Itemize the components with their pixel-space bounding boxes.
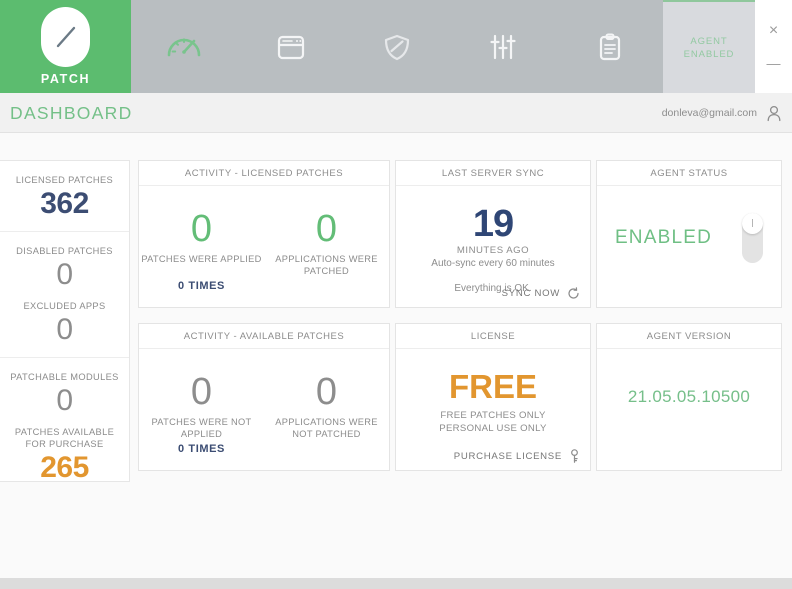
bottom-status-bar [0, 578, 792, 589]
sync-now-button[interactable]: SYNC NOW [502, 287, 580, 300]
card-title: AGENT STATUS [597, 161, 781, 186]
card-body: FREE FREE PATCHES ONLY PERSONAL USE ONLY… [396, 349, 590, 470]
metric-label: APPLICATIONS WERE NOT PATCHED [275, 417, 378, 439]
metric-value: 0 [190, 208, 213, 250]
nav-item-reports[interactable] [557, 0, 663, 93]
metric-value: 0 [190, 371, 213, 413]
page-header-bar: DASHBOARD donleva@gmail.com [0, 93, 792, 133]
metric-patches-not-applied: 0 PATCHES WERE NOT APPLIED [139, 371, 264, 470]
agent-status-value: ENABLED [614, 226, 713, 248]
card-title: ACTIVITY - LICENSED PATCHES [139, 161, 389, 186]
purchase-license-button[interactable]: PURCHASE LICENSE [454, 449, 580, 463]
nav-icon-group [131, 0, 663, 93]
card-last-server-sync: LAST SERVER SYNC 19 MINUTES AGO Auto-syn… [395, 160, 591, 308]
stat-label: DISABLED PATCHES [16, 246, 113, 256]
gauge-icon [164, 27, 204, 67]
license-detail-line-1: FREE PATCHES ONLY [440, 410, 546, 421]
user-email: donleva@gmail.com [661, 107, 757, 119]
license-detail: FREE PATCHES ONLY PERSONAL USE ONLY [396, 409, 590, 435]
metric-applications-not-patched: 0 APPLICATIONS WERE NOT PATCHED [264, 371, 389, 470]
window-controls: × — [755, 0, 792, 93]
agent-toggle-switch[interactable] [742, 212, 764, 263]
stat-label: EXCLUDED APPS [23, 301, 106, 311]
metric-label: APPLICATIONS WERE PATCHED [275, 254, 378, 276]
metric-patches-applied: 0 PATCHES WERE APPLIED [139, 208, 264, 307]
patch-logo-icon [41, 7, 90, 67]
app-window: PATCH AGENT ENABLED × — DASHBOARD donlev… [0, 0, 792, 589]
stat-value-excluded-apps: 0 [56, 313, 73, 346]
card-body: 21.05.05.10500 [597, 349, 781, 470]
key-icon [569, 449, 580, 463]
minimize-icon[interactable]: — [755, 48, 792, 78]
stat-value-licensed-patches: 362 [40, 187, 89, 220]
top-navigation-bar: PATCH AGENT ENABLED × — [0, 0, 792, 93]
agent-badge-line-2: ENABLED [683, 48, 735, 60]
agent-version-value: 21.05.05.10500 [627, 387, 751, 406]
window-icon [272, 28, 310, 66]
card-body: 0 PATCHES WERE NOT APPLIED 0 APPLICATION… [139, 349, 389, 470]
metric-label: PATCHES WERE APPLIED [141, 254, 262, 264]
card-title: AGENT VERSION [597, 324, 781, 349]
clipboard-icon [591, 28, 629, 66]
stat-label: LICENSED PATCHES [15, 175, 114, 185]
page-title: DASHBOARD [10, 102, 133, 123]
stat-value-disabled-patches: 0 [56, 258, 73, 291]
sync-interval-text: Auto-sync every 60 minutes [431, 258, 555, 269]
card-title: LAST SERVER SYNC [396, 161, 590, 186]
metric-value: 0 [315, 371, 338, 413]
toggle-knob [742, 212, 764, 234]
shield-icon [378, 28, 416, 66]
metric-times-count: 0 TIMES [178, 443, 225, 455]
license-detail-line-2: PERSONAL USE ONLY [439, 423, 547, 434]
app-logo[interactable]: PATCH [0, 0, 131, 93]
close-icon[interactable]: × [755, 16, 792, 46]
refresh-icon [567, 287, 580, 300]
card-activity-available-patches: ACTIVITY - AVAILABLE PATCHES 0 PATCHES W… [138, 323, 390, 471]
dashboard-content: LICENSED PATCHES 362 DISABLED PATCHES 0 … [0, 134, 792, 578]
card-body: 0 PATCHES WERE APPLIED 0 APPLICATIONS WE… [139, 186, 389, 307]
card-body: ENABLED [597, 186, 781, 307]
card-activity-licensed-patches: ACTIVITY - LICENSED PATCHES 0 PATCHES WE… [138, 160, 390, 308]
stat-label: PATCHES AVAILABLE FOR PURCHASE [14, 427, 115, 449]
card-agent-status: AGENT STATUS ENABLED [596, 160, 782, 308]
stat-value-patches-available: 265 [40, 451, 89, 484]
stats-sidebar: LICENSED PATCHES 362 DISABLED PATCHES 0 … [0, 160, 130, 484]
user-account-area[interactable]: donleva@gmail.com [662, 93, 782, 133]
stat-group-disabled-excluded: DISABLED PATCHES 0 EXCLUDED APPS 0 [0, 231, 129, 357]
purchase-license-label: PURCHASE LICENSE [453, 450, 562, 462]
license-tier-value: FREE [448, 368, 537, 405]
sliders-icon [484, 28, 522, 66]
logo-label: PATCH [40, 72, 91, 86]
nav-item-applications[interactable] [237, 0, 343, 93]
sync-now-label: SYNC NOW [501, 288, 560, 299]
stat-label: PATCHABLE MODULES [10, 372, 119, 382]
user-avatar-icon[interactable] [766, 105, 782, 122]
card-agent-version: AGENT VERSION 21.05.05.10500 [596, 323, 782, 471]
stat-value-patchable-modules: 0 [56, 384, 73, 417]
sync-minutes-unit: MINUTES AGO [456, 245, 530, 256]
nav-item-settings[interactable] [450, 0, 556, 93]
stat-group-licensed: LICENSED PATCHES 362 [0, 161, 129, 231]
sync-minutes-value: 19 [472, 203, 514, 245]
agent-enabled-badge[interactable]: AGENT ENABLED [663, 0, 755, 93]
card-title: LICENSE [396, 324, 590, 349]
metric-applications-patched: 0 APPLICATIONS WERE PATCHED [264, 208, 389, 307]
stat-group-modules-purchase: PATCHABLE MODULES 0 PATCHES AVAILABLE FO… [0, 357, 129, 495]
metric-label: PATCHES WERE NOT APPLIED [151, 417, 252, 439]
metric-times-count: 0 TIMES [178, 280, 225, 292]
nav-item-dashboard[interactable] [131, 0, 237, 93]
metric-value: 0 [315, 208, 338, 250]
card-license: LICENSE FREE FREE PATCHES ONLY PERSONAL … [395, 323, 591, 471]
agent-badge-line-1: AGENT [690, 35, 728, 47]
card-title: ACTIVITY - AVAILABLE PATCHES [139, 324, 389, 349]
nav-item-security[interactable] [344, 0, 450, 93]
agent-status-row: ENABLED [597, 186, 781, 307]
card-body: 19 MINUTES AGO Auto-sync every 60 minute… [396, 186, 590, 307]
agent-badge-text: AGENT ENABLED [684, 35, 735, 61]
